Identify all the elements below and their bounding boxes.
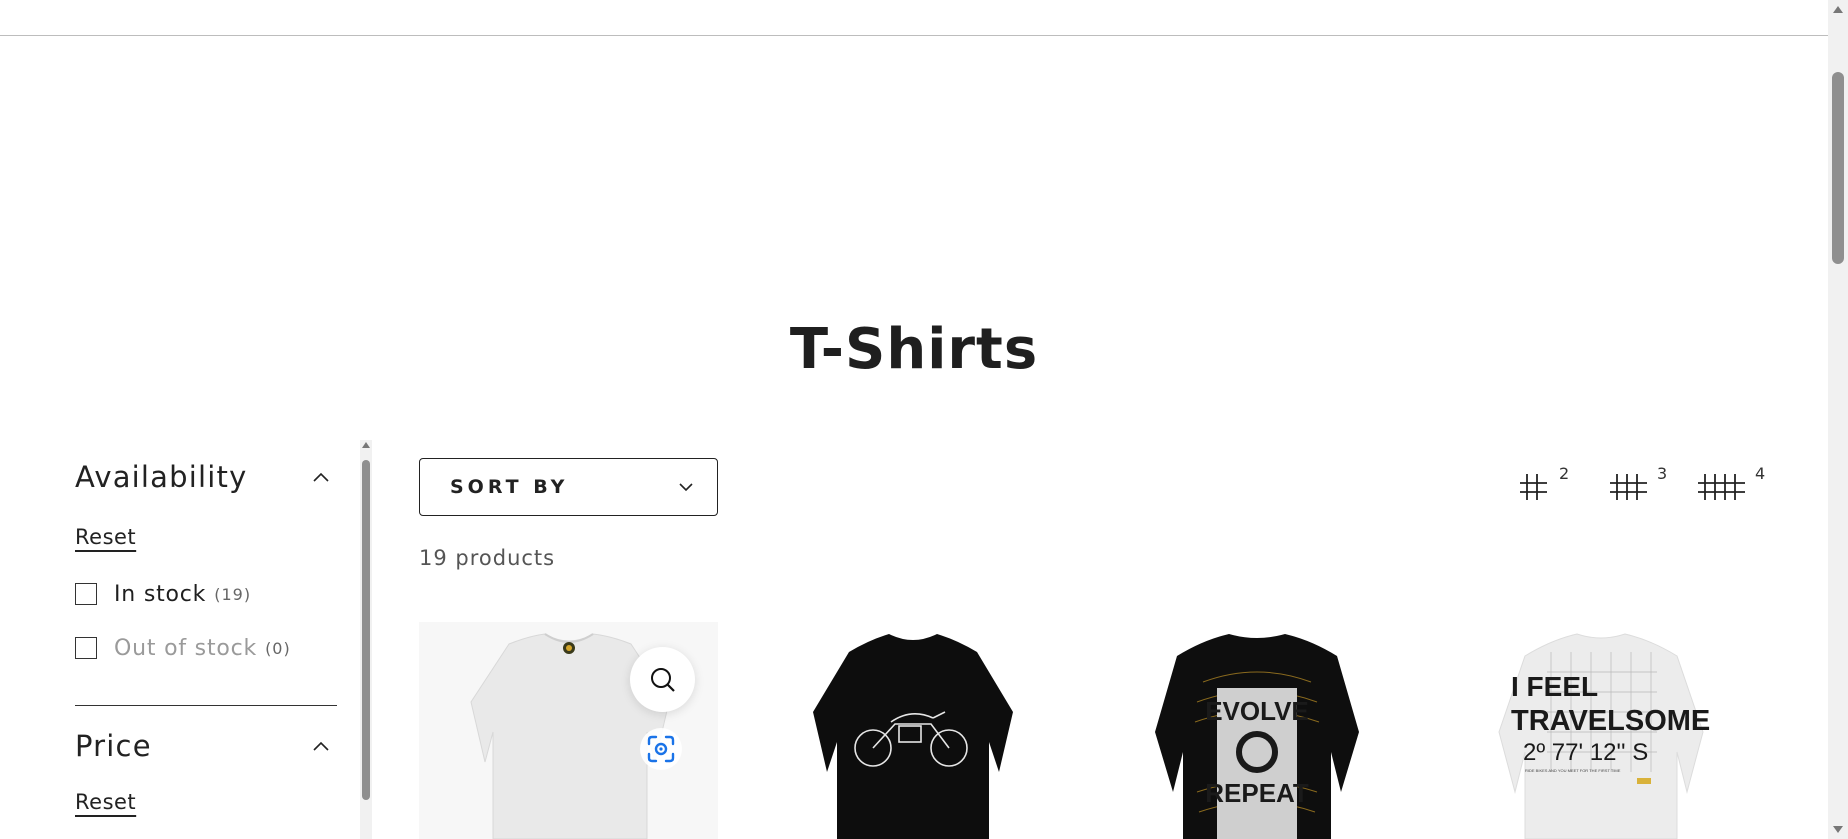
graphic-text-line1: I FEEL — [1511, 671, 1598, 702]
product-image: I FEEL TRAVELSOME 2º 77' 12'' S RIDE BIK… — [1498, 633, 1710, 839]
availability-reset-link[interactable]: Reset — [75, 525, 136, 549]
sidebar-scroll-thumb[interactable] — [362, 460, 370, 800]
chevron-up-icon — [313, 472, 329, 482]
price-facet-toggle[interactable]: Price — [75, 724, 337, 768]
google-lens-button[interactable] — [640, 728, 682, 770]
grid-3-number: 3 — [1657, 464, 1668, 483]
chevron-up-icon — [313, 741, 329, 751]
product-image — [813, 634, 1013, 839]
availability-facet-title: Availability — [75, 460, 248, 494]
availability-facet-toggle[interactable]: Availability — [75, 455, 337, 499]
price-reset-link[interactable]: Reset — [75, 790, 136, 814]
filter-in-stock[interactable]: In stock (19) — [75, 579, 337, 609]
filter-out-of-stock[interactable]: Out of stock (0) — [75, 633, 337, 663]
sort-by-label: SORT BY — [450, 476, 569, 498]
in-stock-count: (19) — [214, 584, 252, 604]
search-icon — [650, 667, 675, 692]
product-card-4[interactable]: I FEEL TRAVELSOME 2º 77' 12'' S RIDE BIK… — [1451, 622, 1750, 839]
graphic-text-top: EVOLVE — [1205, 696, 1309, 726]
quick-view-button[interactable] — [630, 647, 695, 712]
out-of-stock-count: (0) — [265, 638, 291, 658]
graphic-text-coords: 2º 77' 12'' S — [1523, 739, 1648, 766]
chevron-down-icon — [679, 483, 693, 492]
grid-4-number: 4 — [1755, 464, 1766, 483]
product-image: EVOLVE REPEAT — [1155, 634, 1359, 839]
grid-3-icon — [1610, 474, 1647, 500]
header-bar — [0, 0, 1828, 36]
google-lens-icon — [647, 735, 675, 763]
grid-2-icon — [1520, 474, 1547, 500]
grid-2-toggle[interactable]: 2 — [1517, 462, 1570, 506]
product-card-2[interactable] — [763, 622, 1062, 839]
grid-4-icon — [1698, 474, 1745, 500]
filter-sidebar: Availability Reset In stock (19) Out of … — [75, 455, 337, 814]
graphic-text-bottom: REPEAT — [1205, 778, 1309, 808]
in-stock-checkbox[interactable] — [75, 583, 97, 605]
scroll-up-arrow[interactable] — [1833, 6, 1843, 13]
page-title: T-Shirts — [789, 317, 1039, 382]
sort-by-dropdown[interactable]: SORT BY — [419, 458, 718, 516]
product-count: 19 products — [419, 546, 556, 570]
graphic-text-small: RIDE BIKES AND YOU MEET FOR THE FIRST TI… — [1525, 768, 1621, 773]
grid-layout-toggles: 2 3 4 — [1517, 462, 1765, 506]
grid-4-toggle[interactable]: 4 — [1695, 462, 1765, 506]
out-of-stock-label: Out of stock — [114, 635, 258, 661]
scroll-down-arrow[interactable] — [1833, 826, 1843, 833]
page-scrollbar[interactable] — [1828, 0, 1848, 839]
sidebar-scrollbar[interactable] — [360, 440, 372, 839]
scroll-up-arrow[interactable] — [362, 442, 370, 448]
grid-2-number: 2 — [1559, 464, 1570, 483]
grid-3-toggle[interactable]: 3 — [1607, 462, 1667, 506]
out-of-stock-checkbox[interactable] — [75, 637, 97, 659]
price-facet-title: Price — [75, 729, 152, 763]
in-stock-label: In stock — [114, 581, 207, 607]
product-card-3[interactable]: EVOLVE REPEAT — [1107, 622, 1406, 839]
page-scroll-thumb[interactable] — [1832, 72, 1844, 264]
graphic-text-line2: TRAVELSOME — [1511, 705, 1710, 737]
